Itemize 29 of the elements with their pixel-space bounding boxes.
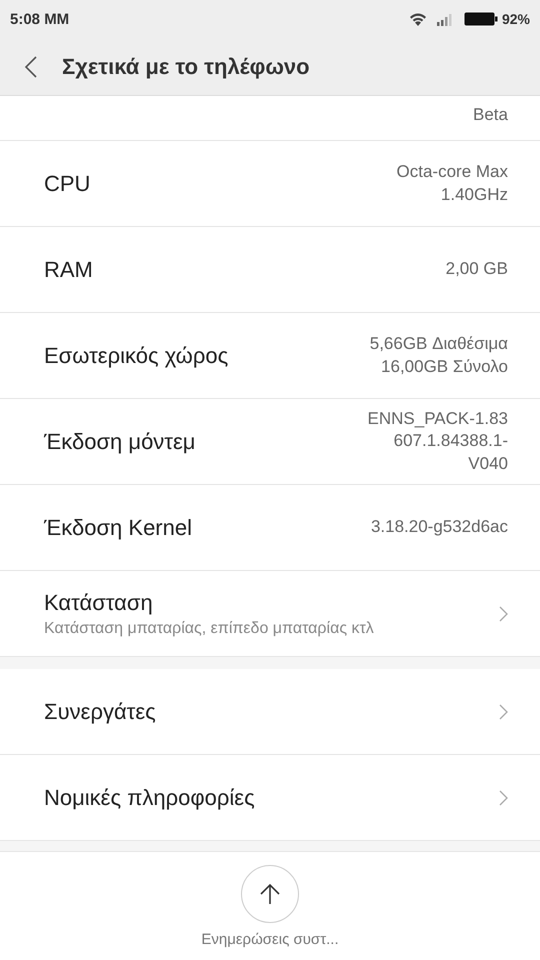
settings-item[interactable]: Νομικές πληροφορίες: [0, 754, 540, 840]
setting-label: RAM: [44, 256, 93, 282]
battery-icon: [464, 12, 498, 26]
setting-label: Έκδοση μόντεμ: [44, 428, 196, 454]
setting-value: ENNS_PACK-1.83 607.1.84388.1- V040: [368, 408, 508, 475]
chevron-icon: [499, 606, 508, 622]
setting-value: Octa-core Max 1.40GHz: [396, 161, 508, 206]
setting-label: Έκδοση Kernel: [44, 514, 192, 540]
setting-value: 3.18.20-g532d6ac: [370, 516, 508, 538]
setting-label: Συνεργάτες: [44, 698, 156, 724]
setting-value: 5,66GB Διαθέσιμα 16,00GB Σύνολο: [370, 333, 508, 378]
wifi-icon: [408, 12, 428, 26]
settings-item[interactable]: Συνεργάτες: [0, 669, 540, 754]
setting-value: Beta: [473, 104, 508, 126]
setting-label: Εσωτερικός χώρος: [44, 342, 228, 368]
settings-item[interactable]: Κατάσταση Κατάσταση μπαταρίας, επίπεδο μπαταρίας κτλ: [0, 570, 540, 656]
chevron-icon: [499, 704, 508, 720]
back-icon: [24, 54, 38, 78]
setting-subtitle: Κατάσταση μπαταρίας, επίπεδο μπαταρίας κτλ: [44, 620, 374, 638]
setting-value: 2,00 GB: [446, 258, 508, 280]
update-label: Ενημερώσεις συστ...: [201, 930, 339, 948]
setting-label: CPU: [44, 170, 90, 196]
status-time: 5:08 MM: [10, 10, 70, 28]
up-arrow-icon: [259, 882, 281, 906]
setting-label: Κατάσταση: [44, 590, 154, 616]
chevron-icon: [499, 790, 508, 806]
page-title: Σχετικά με το τηλέφωνο: [62, 54, 310, 80]
battery-level: 92%: [502, 11, 530, 27]
setting-label: Νομικές πληροφορίες: [44, 784, 255, 810]
